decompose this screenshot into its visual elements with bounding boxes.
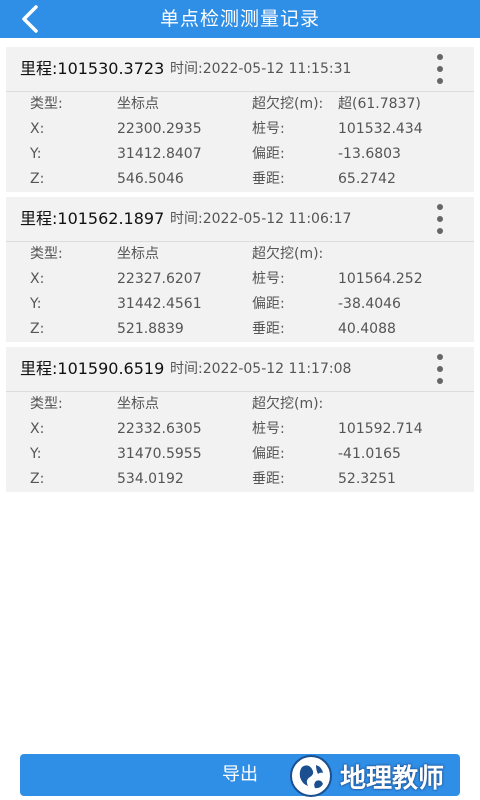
z-value: 534.0192	[117, 471, 184, 487]
offset-label: 偏距:	[252, 446, 285, 462]
watermark-text: 地理教师	[340, 763, 445, 794]
station-label: 桩号:	[252, 121, 285, 137]
page-title: 单点检测测量记录	[159, 8, 320, 30]
station-value: 101564.252	[338, 271, 423, 287]
offset-value: -38.4046	[338, 296, 401, 312]
record-time: 时间:2022-05-12 11:06:17	[170, 211, 352, 227]
x-value: 22300.2935	[117, 121, 202, 137]
record-card-header: 里程:101530.3723 时间:2022-05-12 11:15:31	[6, 47, 474, 92]
type-label: 类型:	[30, 246, 63, 262]
station-label: 桩号:	[252, 421, 285, 437]
y-label: Y:	[30, 296, 42, 312]
more-vertical-icon	[437, 354, 443, 360]
x-label: X:	[30, 121, 45, 137]
type-label: 类型:	[30, 96, 63, 112]
record-card-header: 里程:101562.1897 时间:2022-05-12 11:06:17	[6, 197, 474, 242]
globe-logo-icon	[290, 755, 332, 797]
record-list: 里程:101530.3723 时间:2022-05-12 11:15:31 类型…	[0, 38, 480, 748]
app-header: 单点检测测量记录	[0, 0, 480, 38]
overunder-label: 超欠挖(m):	[252, 396, 324, 412]
station-value: 101592.714	[338, 421, 423, 437]
x-label: X:	[30, 271, 45, 287]
record-time: 时间:2022-05-12 11:15:31	[170, 61, 352, 77]
more-vertical-icon	[437, 54, 443, 60]
vertical-value: 52.3251	[338, 471, 396, 487]
y-label: Y:	[30, 446, 42, 462]
record-mileage: 里程:101530.3723	[20, 59, 165, 78]
type-value: 坐标点	[117, 246, 159, 262]
record-mileage: 里程:101562.1897	[20, 209, 165, 228]
vertical-value: 65.2742	[338, 171, 396, 187]
more-options-button[interactable]	[430, 54, 450, 84]
record-details: 类型: 坐标点 超欠挖(m): X: 22332.6305 桩号: 101592…	[6, 392, 474, 492]
z-label: Z:	[30, 471, 45, 487]
station-value: 101532.434	[338, 121, 423, 137]
vertical-label: 垂距:	[252, 321, 285, 337]
record-card: 里程:101590.6519 时间:2022-05-12 11:17:08 类型…	[6, 347, 474, 492]
offset-value: -13.6803	[338, 146, 401, 162]
y-label: Y:	[30, 146, 42, 162]
record-time: 时间:2022-05-12 11:17:08	[170, 361, 352, 377]
offset-label: 偏距:	[252, 296, 285, 312]
z-value: 546.5046	[117, 171, 184, 187]
more-options-button[interactable]	[430, 204, 450, 234]
x-value: 22332.6305	[117, 421, 202, 437]
overunder-value: 超(61.7837)	[338, 96, 421, 112]
record-details: 类型: 坐标点 超欠挖(m): X: 22327.6207 桩号: 101564…	[6, 242, 474, 342]
record-card-header: 里程:101590.6519 时间:2022-05-12 11:17:08	[6, 347, 474, 392]
vertical-value: 40.4088	[338, 321, 396, 337]
y-value: 31470.5955	[117, 446, 202, 462]
offset-value: -41.0165	[338, 446, 401, 462]
more-options-button[interactable]	[430, 354, 450, 384]
record-card: 里程:101530.3723 时间:2022-05-12 11:15:31 类型…	[6, 47, 474, 192]
type-label: 类型:	[30, 396, 63, 412]
record-mileage: 里程:101590.6519	[20, 359, 165, 378]
record-card: 里程:101562.1897 时间:2022-05-12 11:06:17 类型…	[6, 197, 474, 342]
z-value: 521.8839	[117, 321, 184, 337]
x-label: X:	[30, 421, 45, 437]
record-details: 类型: 坐标点 超欠挖(m): 超(61.7837) X: 22300.2935…	[6, 92, 474, 192]
z-label: Z:	[30, 171, 45, 187]
x-value: 22327.6207	[117, 271, 202, 287]
type-value: 坐标点	[117, 396, 159, 412]
overunder-label: 超欠挖(m):	[252, 96, 324, 112]
vertical-label: 垂距:	[252, 471, 285, 487]
more-vertical-icon	[437, 204, 443, 210]
watermark: 地理教师	[288, 752, 478, 800]
vertical-label: 垂距:	[252, 171, 285, 187]
overunder-label: 超欠挖(m):	[252, 246, 324, 262]
y-value: 31412.8407	[117, 146, 202, 162]
z-label: Z:	[30, 321, 45, 337]
station-label: 桩号:	[252, 271, 285, 287]
type-value: 坐标点	[117, 96, 159, 112]
y-value: 31442.4561	[117, 296, 202, 312]
offset-label: 偏距:	[252, 146, 285, 162]
